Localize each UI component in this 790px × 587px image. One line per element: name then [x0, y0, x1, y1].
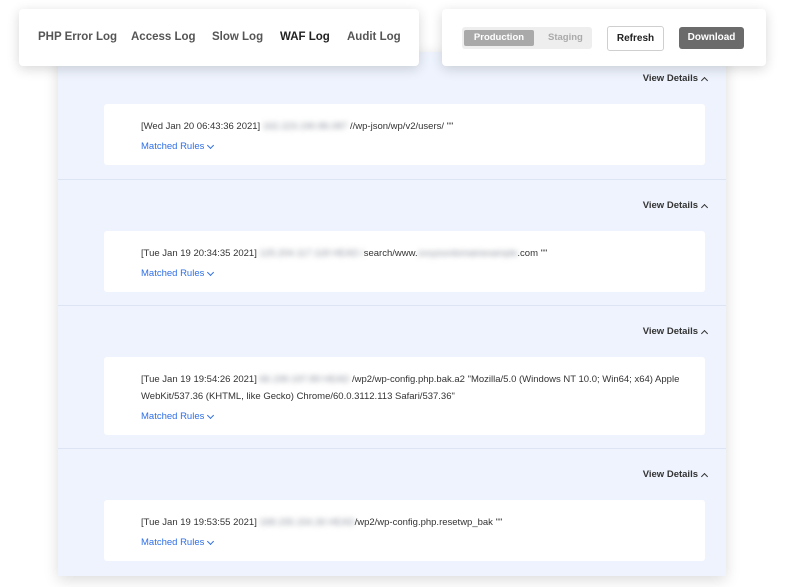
view-details-label: View Details	[642, 200, 698, 211]
matched-rules-toggle[interactable]: Matched Rules	[141, 537, 215, 548]
view-details-label: View Details	[642, 469, 698, 480]
matched-rules-label: Matched Rules	[141, 141, 205, 152]
log-timestamp: [Wed Jan 20 06:43:36 2021]	[141, 121, 261, 132]
chevron-down-icon	[207, 141, 215, 149]
waf-log-panel: View Details [Wed Jan 20 06:43:36 2021] …	[58, 52, 726, 576]
log-request-path: search/www.	[363, 248, 418, 259]
matched-rules-label: Matched Rules	[141, 411, 205, 422]
refresh-button[interactable]: Refresh	[607, 26, 664, 51]
view-details-label: View Details	[642, 326, 698, 337]
environment-toggle: Production Staging	[462, 27, 592, 49]
view-details-toggle[interactable]: View Details	[642, 326, 709, 337]
tab-waf-log[interactable]: WAF Log	[280, 31, 330, 43]
log-entry-card: [Tue Jan 19 19:53:55 2021] 168.155.154.2…	[104, 500, 705, 561]
log-timestamp: [Tue Jan 19 19:54:26 2021]	[141, 374, 257, 385]
log-timestamp: [Tue Jan 19 20:34:35 2021]	[141, 248, 257, 259]
chevron-down-icon	[207, 268, 215, 276]
matched-rules-label: Matched Rules	[141, 268, 205, 279]
tab-access-log[interactable]: Access Log	[131, 31, 196, 43]
log-request: //wp-json/wp/v2/users/ ""	[347, 121, 454, 132]
matched-rules-toggle[interactable]: Matched Rules	[141, 411, 215, 422]
redacted-ip: 125.204.117.118 HEAD /	[259, 248, 364, 259]
tab-audit-log[interactable]: Audit Log	[347, 31, 401, 43]
log-request: .com ""	[517, 248, 548, 259]
log-entry: View Details [Tue Jan 19 19:54:26 2021] …	[58, 305, 726, 448]
staging-button[interactable]: Staging	[548, 30, 583, 46]
redacted-ip: 66.199.197.89 HEAD	[259, 374, 350, 385]
matched-rules-toggle[interactable]: Matched Rules	[141, 141, 215, 152]
matched-rules-label: Matched Rules	[141, 537, 205, 548]
log-line: [Tue Jan 19 20:34:35 2021] 125.204.117.1…	[141, 245, 687, 262]
log-line: [Tue Jan 19 19:54:26 2021] 66.199.197.89…	[141, 371, 687, 405]
view-details-toggle[interactable]: View Details	[642, 200, 709, 211]
chevron-down-icon	[207, 411, 215, 419]
view-details-label: View Details	[642, 73, 698, 84]
chevron-up-icon	[700, 472, 709, 480]
redacted-ip: 168.155.154.26 HEAD	[259, 517, 355, 528]
log-actions-panel: Production Staging Refresh Download	[442, 9, 766, 66]
chevron-up-icon	[700, 76, 709, 84]
log-entry-card: [Wed Jan 20 06:43:36 2021] 162.223.190.8…	[104, 104, 705, 165]
matched-rules-toggle[interactable]: Matched Rules	[141, 268, 215, 279]
log-request: /wp2/wp-config.php.resetwp_bak ""	[354, 517, 503, 528]
log-line: [Wed Jan 20 06:43:36 2021] 162.223.190.8…	[141, 118, 687, 135]
tab-slow-log[interactable]: Slow Log	[212, 31, 263, 43]
view-details-toggle[interactable]: View Details	[642, 73, 709, 84]
redacted-domain: xxxyourdomainexample	[417, 248, 518, 259]
redacted-ip: 162.223.190.86.087	[262, 121, 348, 132]
chevron-up-icon	[700, 329, 709, 337]
log-type-tabs: PHP Error Log Access Log Slow Log WAF Lo…	[19, 9, 419, 66]
log-timestamp: [Tue Jan 19 19:53:55 2021]	[141, 517, 257, 528]
tab-php-error-log[interactable]: PHP Error Log	[38, 31, 117, 43]
view-details-toggle[interactable]: View Details	[642, 469, 709, 480]
log-entry-card: [Tue Jan 19 19:54:26 2021] 66.199.197.89…	[104, 357, 705, 435]
log-entry: View Details [Tue Jan 19 20:34:35 2021] …	[58, 179, 726, 305]
log-entry: View Details [Wed Jan 20 06:43:36 2021] …	[58, 52, 726, 179]
chevron-down-icon	[207, 537, 215, 545]
download-button[interactable]: Download	[679, 27, 744, 49]
log-entry: View Details [Tue Jan 19 19:53:55 2021] …	[58, 448, 726, 576]
chevron-up-icon	[700, 203, 709, 211]
log-line: [Tue Jan 19 19:53:55 2021] 168.155.154.2…	[141, 514, 687, 531]
log-entry-card: [Tue Jan 19 20:34:35 2021] 125.204.117.1…	[104, 231, 705, 292]
production-button[interactable]: Production	[464, 30, 534, 46]
